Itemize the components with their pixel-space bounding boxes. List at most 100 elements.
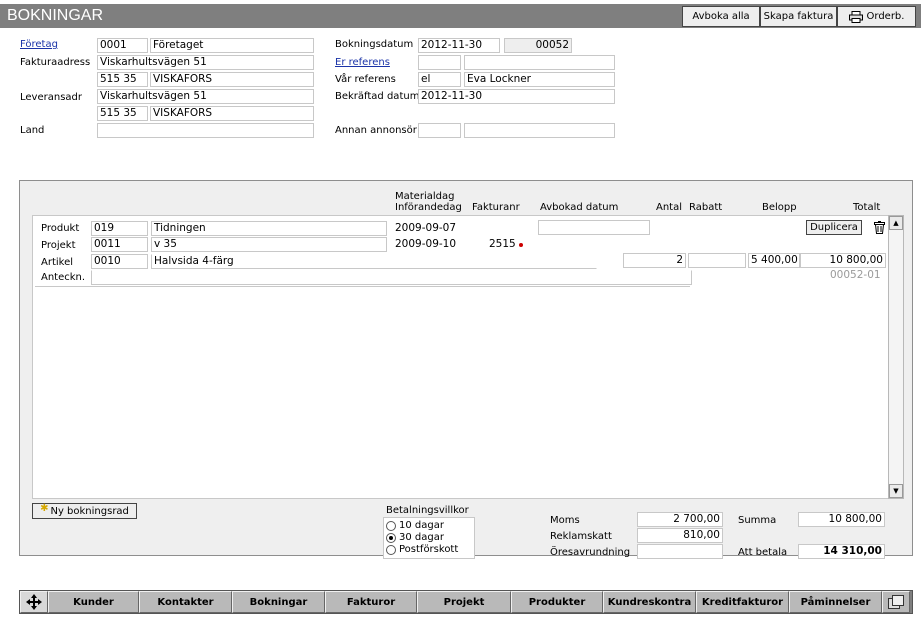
booking-date-field[interactable]: 2012-11-30 bbox=[418, 38, 500, 53]
note-label: Anteckn. bbox=[41, 272, 86, 283]
new-booking-row-button[interactable]: ✱ Ny bokningsrad bbox=[32, 503, 137, 519]
product-code-field[interactable]: 019 bbox=[91, 221, 148, 236]
confirmed-date-field[interactable]: 2012-11-30 bbox=[418, 89, 615, 104]
nav-reminders[interactable]: Påminnelser bbox=[789, 591, 882, 613]
column-header-cancelled-date: Avbokad datum bbox=[540, 202, 619, 213]
row-list-scrollbar[interactable]: ▲ ▼ bbox=[888, 215, 904, 499]
payment-option-label: 30 dagar bbox=[399, 532, 444, 543]
nav-label: Kundreskontra bbox=[607, 596, 692, 608]
title-bar: BOKNINGAR Avboka alla Skapa faktura Orde… bbox=[0, 4, 921, 28]
nav-label: Kontakter bbox=[157, 596, 214, 608]
payment-option-label: Postförskott bbox=[399, 544, 459, 555]
company-name-field[interactable]: Företaget bbox=[150, 38, 314, 53]
other-advertiser-label: Annan annonsör bbox=[335, 125, 417, 136]
cancel-all-label: Avboka alla bbox=[692, 11, 750, 22]
nav-projects[interactable]: Projekt bbox=[417, 591, 511, 613]
payment-terms-group: 10 dagar 30 dagar Postförskott bbox=[383, 517, 475, 559]
column-header-insertion-day: Införandedag bbox=[395, 202, 462, 213]
booking-number-field: 00052 bbox=[504, 38, 572, 53]
booking-date-label: Bokningsdatum bbox=[335, 39, 414, 50]
material-date-field[interactable]: 2009-09-07 bbox=[392, 221, 479, 236]
radio-unchecked-icon bbox=[386, 520, 396, 531]
invoice-street-field[interactable]: Viskarhultsvägen 51 bbox=[97, 55, 314, 70]
nav-label: Projekt bbox=[443, 596, 485, 608]
nav-label: Produkter bbox=[528, 596, 586, 608]
our-reference-name-field[interactable]: Eva Lockner bbox=[464, 72, 615, 87]
payment-terms-label: Betalningsvillkor bbox=[386, 505, 469, 516]
nav-label: Kunder bbox=[73, 596, 114, 608]
discount-field[interactable] bbox=[688, 253, 746, 268]
insertion-date-field[interactable]: 2009-09-10 bbox=[392, 237, 479, 252]
invoice-number[interactable]: 2515 bbox=[489, 238, 516, 250]
payment-terms-option-10[interactable]: 10 dagar bbox=[386, 520, 444, 531]
article-code-field[interactable]: 0010 bbox=[91, 254, 148, 269]
invoice-zip-field[interactable]: 515 35 bbox=[97, 72, 148, 87]
cancel-all-button[interactable]: Avboka alla bbox=[682, 6, 760, 27]
move-icon bbox=[26, 594, 42, 610]
radio-checked-icon bbox=[386, 532, 396, 543]
nav-contacts[interactable]: Kontakter bbox=[139, 591, 232, 613]
project-name-field[interactable]: v 35 bbox=[151, 237, 387, 252]
rounding-label: Öresavrundning bbox=[550, 547, 631, 558]
create-invoice-button[interactable]: Skapa faktura bbox=[760, 6, 837, 27]
new-booking-row-label: Ny bokningsrad bbox=[50, 505, 129, 517]
project-code-field[interactable]: 0011 bbox=[91, 237, 148, 252]
booking-row-list: Produkt 019 Tidningen 2009-09-07 Duplice… bbox=[32, 215, 889, 499]
total-field: 10 800,00 bbox=[800, 253, 886, 268]
duplicate-button[interactable]: Duplicera bbox=[806, 220, 862, 235]
note-field[interactable] bbox=[91, 270, 692, 285]
country-label: Land bbox=[20, 125, 45, 136]
nav-customers[interactable]: Kunder bbox=[48, 591, 139, 613]
trash-icon[interactable] bbox=[874, 221, 885, 234]
company-code-field[interactable]: 0001 bbox=[97, 38, 148, 53]
article-name-field[interactable]: Halvsida 4-färg bbox=[151, 254, 597, 269]
delivery-city-field[interactable]: VISKAFORS bbox=[150, 106, 314, 121]
delivery-address-label: Leveransadr bbox=[20, 92, 82, 103]
payment-option-label: 10 dagar bbox=[399, 520, 444, 531]
delivery-zip-field[interactable]: 515 35 bbox=[97, 106, 148, 121]
country-field[interactable] bbox=[97, 123, 314, 138]
invoice-city-field[interactable]: VISKAFORS bbox=[150, 72, 314, 87]
other-advertiser-code-field[interactable] bbox=[418, 123, 461, 138]
order-confirmation-button[interactable]: Orderb. bbox=[837, 6, 916, 27]
nav-products[interactable]: Produkter bbox=[511, 591, 603, 613]
column-header-qty: Antal bbox=[656, 202, 683, 213]
sum-field: 10 800,00 bbox=[798, 512, 885, 527]
your-reference-code-field[interactable] bbox=[418, 55, 461, 70]
company-link[interactable]: Företag bbox=[20, 39, 58, 50]
create-invoice-label: Skapa faktura bbox=[763, 11, 834, 22]
to-pay-field: 14 310,00 bbox=[798, 544, 885, 559]
nav-label: Fakturor bbox=[346, 596, 396, 608]
move-handle[interactable] bbox=[20, 591, 48, 613]
scroll-down-arrow-icon[interactable]: ▼ bbox=[889, 484, 903, 498]
nav-credit-invoices[interactable]: Kreditfakturor bbox=[696, 591, 789, 613]
column-header-amount: Belopp bbox=[762, 202, 797, 213]
delivery-street-field[interactable]: Viskarhultsvägen 51 bbox=[97, 89, 314, 104]
cancelled-date-field[interactable] bbox=[538, 220, 650, 235]
ad-tax-field: 810,00 bbox=[637, 528, 723, 543]
nav-bookings[interactable]: Bokningar bbox=[232, 591, 325, 613]
vat-label: Moms bbox=[550, 515, 580, 526]
product-name-field[interactable]: Tidningen bbox=[151, 221, 387, 236]
amount-field[interactable]: 5 400,00 bbox=[748, 253, 800, 268]
radio-unchecked-icon bbox=[386, 544, 396, 555]
vat-field: 2 700,00 bbox=[637, 512, 723, 527]
order-confirmation-label: Orderb. bbox=[866, 11, 905, 22]
payment-terms-option-30[interactable]: 30 dagar bbox=[386, 532, 444, 543]
invoice-status-dot bbox=[519, 243, 523, 247]
nav-accounts-receivable[interactable]: Kundreskontra bbox=[603, 591, 696, 613]
project-label: Projekt bbox=[41, 240, 76, 251]
payment-terms-option-cod[interactable]: Postförskott bbox=[386, 544, 458, 555]
window-toggle[interactable] bbox=[882, 591, 910, 613]
nav-invoices[interactable]: Fakturor bbox=[325, 591, 417, 613]
your-reference-name-field[interactable] bbox=[464, 55, 615, 70]
your-reference-link[interactable]: Er referens bbox=[335, 57, 390, 68]
duplicate-label: Duplicera bbox=[810, 222, 858, 233]
scroll-up-arrow-icon[interactable]: ▲ bbox=[889, 216, 903, 230]
row-divider bbox=[35, 286, 690, 287]
bottom-nav-bar: Kunder Kontakter Bokningar Fakturor Proj… bbox=[19, 590, 913, 614]
row-id: 00052-01 bbox=[830, 269, 881, 281]
other-advertiser-name-field[interactable] bbox=[464, 123, 615, 138]
our-reference-code-field[interactable]: el bbox=[418, 72, 461, 87]
quantity-field[interactable]: 2 bbox=[623, 253, 686, 268]
